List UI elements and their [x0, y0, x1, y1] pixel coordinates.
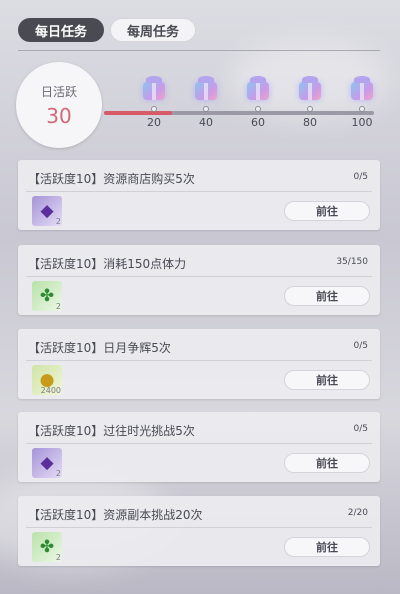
- daily-activity-badge: 日活跃 30: [16, 62, 102, 148]
- milestone-dot: [203, 106, 209, 112]
- task-title: 【活跃度10】资源副本挑战20次: [28, 508, 203, 522]
- milestone-reward[interactable]: 60: [238, 76, 278, 129]
- go-button[interactable]: 前往: [284, 286, 370, 306]
- task-title: 【活跃度10】消耗150点体力: [28, 257, 187, 271]
- crystal-icon[interactable]: ◆ 2: [32, 196, 62, 226]
- milestone-label: 20: [147, 116, 161, 129]
- activity-value: 30: [46, 103, 72, 128]
- gift-box-icon[interactable]: [143, 76, 165, 100]
- reward-count: 2: [55, 553, 61, 562]
- milestone-reward[interactable]: 40: [186, 76, 226, 129]
- go-button[interactable]: 前往: [284, 370, 370, 390]
- reward-count: 2: [55, 302, 61, 311]
- go-button[interactable]: 前往: [284, 537, 370, 557]
- milestone-dot: [255, 106, 261, 112]
- task-progress: 0/5: [353, 341, 368, 351]
- clover-icon[interactable]: ✤ 2: [32, 281, 62, 311]
- task-progress: 35/150: [336, 257, 368, 267]
- reward-count: 2: [55, 469, 61, 478]
- task-divider: [26, 527, 372, 528]
- milestone-dot: [151, 106, 157, 112]
- task-progress: 0/5: [353, 172, 368, 182]
- reward-glyph: ◆: [40, 453, 54, 473]
- task-divider: [26, 443, 372, 444]
- task-progress: 0/5: [353, 424, 368, 434]
- tab-weekly-tasks[interactable]: 每周任务: [110, 18, 196, 42]
- clover-icon[interactable]: ✤ 2: [32, 532, 62, 562]
- reward-glyph: ◆: [40, 201, 54, 221]
- milestone-reward[interactable]: 80: [290, 76, 330, 129]
- task-divider: [26, 276, 372, 277]
- task-divider: [26, 191, 372, 192]
- milestone-label: 40: [199, 116, 213, 129]
- milestone-dot: [307, 106, 313, 112]
- tab-divider: [18, 50, 380, 51]
- milestone-reward[interactable]: 20: [134, 76, 174, 129]
- activity-label: 日活跃: [40, 84, 77, 99]
- task-progress: 2/20: [347, 508, 368, 518]
- milestone-label: 60: [251, 116, 265, 129]
- milestone-label: 80: [303, 116, 317, 129]
- reward-glyph: ✤: [39, 286, 55, 306]
- milestone-label: 100: [351, 116, 373, 129]
- reward-glyph: ✤: [39, 537, 55, 557]
- task-divider: [26, 360, 372, 361]
- task-row: 【活跃度10】日月争辉5次 0/5 ● 2400 前往: [18, 329, 380, 399]
- go-button[interactable]: 前往: [284, 453, 370, 473]
- task-tabs: 每日任务 每周任务: [18, 18, 196, 42]
- crystal-icon[interactable]: ◆ 2: [32, 448, 62, 478]
- task-row: 【活跃度10】资源商店购买5次 0/5 ◆ 2 前往: [18, 160, 380, 230]
- task-row: 【活跃度10】过往时光挑战5次 0/5 ◆ 2 前往: [18, 412, 380, 482]
- reward-count: 2: [55, 217, 61, 226]
- milestone-dot: [359, 106, 365, 112]
- task-title: 【活跃度10】日月争辉5次: [28, 341, 171, 355]
- tab-daily-tasks[interactable]: 每日任务: [18, 18, 104, 42]
- gift-box-icon[interactable]: [247, 76, 269, 100]
- milestone-reward[interactable]: 100: [342, 76, 382, 129]
- gift-box-icon[interactable]: [351, 76, 373, 100]
- go-button[interactable]: 前往: [284, 201, 370, 221]
- coin-icon[interactable]: ● 2400: [32, 365, 62, 395]
- task-title: 【活跃度10】过往时光挑战5次: [28, 424, 195, 438]
- gift-box-icon[interactable]: [299, 76, 321, 100]
- task-title: 【活跃度10】资源商店购买5次: [28, 172, 195, 186]
- task-row: 【活跃度10】消耗150点体力 35/150 ✤ 2 前往: [18, 245, 380, 315]
- gift-box-icon[interactable]: [195, 76, 217, 100]
- reward-count: 2400: [40, 386, 61, 395]
- task-row: 【活跃度10】资源副本挑战20次 2/20 ✤ 2 前往: [18, 496, 380, 566]
